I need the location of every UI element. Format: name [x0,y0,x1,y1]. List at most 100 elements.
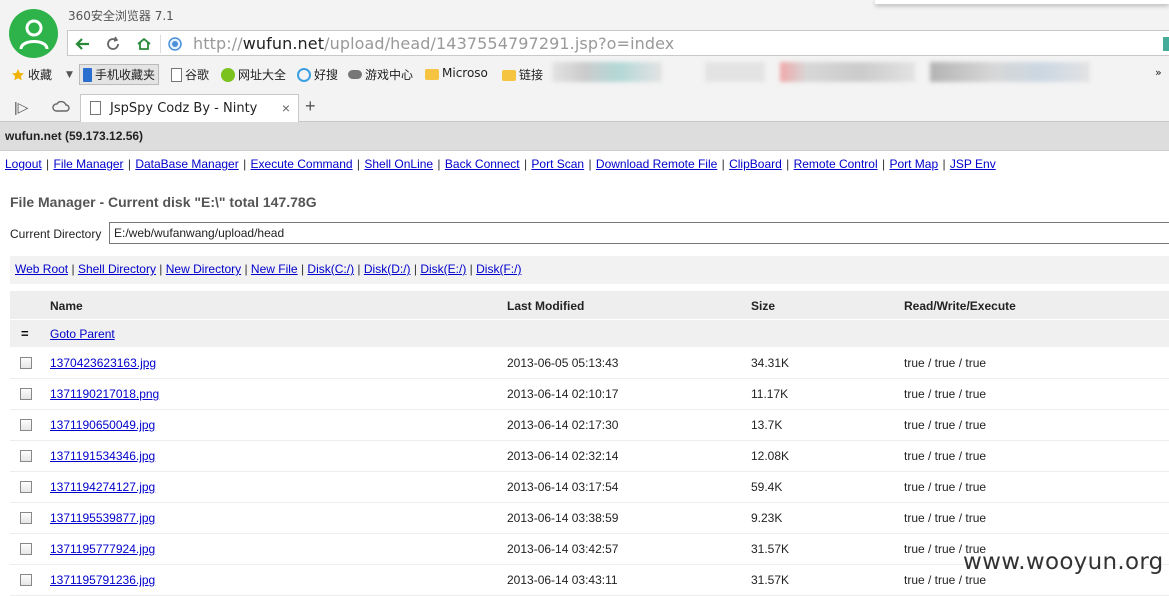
redacted-bookmarks [552,62,662,82]
file-name-link[interactable]: 1371194274127.jpg [50,480,155,494]
back-arrow-icon[interactable] [72,34,94,54]
tab-jspspy[interactable]: JspSpy Codz By - Ninty × [80,94,299,122]
file-checkbox[interactable] [20,481,32,493]
bookmark-games[interactable]: 游戏中心 [348,66,413,83]
bookmark-google[interactable]: 谷歌 [171,66,209,83]
bookmark-microsoft[interactable]: Microso [425,66,488,80]
file-modified: 2013-06-14 02:10:17 [507,387,619,401]
search-icon [297,67,311,82]
file-checkbox[interactable] [20,512,32,524]
url-path: /upload/head/1437554797291.jsp?o=index [324,34,675,53]
more-bookmarks-icon[interactable]: » [1155,66,1162,79]
bookmark-sites[interactable]: 网址大全 [221,66,286,83]
file-checkbox[interactable] [20,543,32,555]
globe-icon [221,67,235,82]
file-name-link[interactable]: 1371195777924.jpg [50,542,155,556]
browser-logo[interactable] [9,9,58,58]
refresh-icon[interactable] [102,34,124,54]
browser-chrome: 360安全浏览器 7.1 http://wufun.net/upload/hea… [0,0,1169,122]
url-domain: wufun.net [242,34,325,53]
menu-port-scan[interactable]: Port Scan [531,157,584,171]
file-checkbox[interactable] [20,388,32,400]
page-title: File Manager - Current disk "E:\" total … [10,194,317,210]
directory-nav: Web Root | Shell Directory | New Directo… [10,256,1169,284]
bookmark-label: Microso [442,66,488,80]
star-icon [11,68,25,82]
file-modified: 2013-06-14 02:17:30 [507,418,619,432]
current-directory-input[interactable] [109,222,1169,244]
nav-disk-e[interactable]: Disk(E:/) [420,262,466,276]
goto-parent-row: = Goto Parent [10,320,1169,348]
tab-bar: |▷ JspSpy Codz By - Ninty × + [0,93,1169,122]
file-name-link[interactable]: 1371195791236.jpg [50,573,155,587]
nav-disk-f[interactable]: Disk(F:/) [476,262,521,276]
file-name-cell: 1371195791236.jpg [50,573,155,587]
jspspy-page: wufun.net (59.173.12.56) Logout | File M… [0,122,1169,596]
nav-disk-c[interactable]: Disk(C:/) [307,262,354,276]
menu-execute-command[interactable]: Execute Command [251,157,353,171]
address-edge-icon [1163,37,1169,51]
file-size: 12.08K [751,449,790,463]
goto-parent-link[interactable]: Goto Parent [50,327,115,341]
nav-new-file[interactable]: New File [251,262,298,276]
folder-icon [502,70,516,81]
file-name-link[interactable]: 1371191534346.jpg [50,449,155,463]
menu-file-manager[interactable]: File Manager [54,157,124,171]
file-name-link[interactable]: 1371190650049.jpg [50,418,155,432]
file-name-link[interactable]: 1371195539877.jpg [50,511,155,525]
bookmark-label: 收藏 [28,68,53,82]
menu-database-manager[interactable]: DataBase Manager [135,157,238,171]
table-row: 1371190650049.jpg 2013-06-14 02:17:30 13.7… [10,410,1169,441]
file-permissions: true / true / true [904,356,987,370]
menu-port-map[interactable]: Port Map [889,157,938,171]
file-size: 11.17K [751,387,789,401]
bookmark-mobile[interactable]: 手机收藏夹 [79,64,160,85]
bookmark-links[interactable]: 链接 [502,66,543,83]
file-permissions: true / true / true [904,418,987,432]
gamepad-icon [348,70,362,79]
redacted-bookmarks [780,62,915,82]
menu-logout[interactable]: Logout [5,157,42,171]
app-title: 360安全浏览器 7.1 [68,9,174,23]
file-checkbox[interactable] [20,450,32,462]
menu-clipboard[interactable]: ClipBoard [729,157,782,171]
nav-new-directory[interactable]: New Directory [166,262,241,276]
file-checkbox[interactable] [20,419,32,431]
file-name-link[interactable]: 1371190217018.png [50,387,159,401]
menu-jsp-env[interactable]: JSP Env [950,157,996,171]
table-row: 1371194274127.jpg 2013-06-14 03:17:54 59.4… [10,472,1169,503]
address-bar[interactable]: http://wufun.net/upload/head/14375547972… [67,30,1169,56]
watermark: www.wooyun.org [963,549,1164,575]
file-size: 34.31K [751,356,790,370]
sidebar-toggle-icon[interactable]: |▷ [14,99,28,116]
bookmark-label: 链接 [519,68,544,82]
new-tab-button[interactable]: + [305,96,316,117]
nav-disk-d[interactable]: Disk(D:/) [364,262,411,276]
table-row: 1370423623163.jpg 2013-06-05 05:13:43 34.3… [10,348,1169,379]
file-modified: 2013-06-14 02:32:14 [507,449,619,463]
menu-back-connect[interactable]: Back Connect [445,157,520,171]
nav-web-root[interactable]: Web Root [15,262,68,276]
file-modified: 2013-06-14 03:43:11 [507,573,618,587]
table-row: 1371191534346.jpg 2013-06-14 02:32:14 12.0… [10,441,1169,472]
close-icon[interactable]: × [282,100,290,116]
file-name-link[interactable]: 1370423623163.jpg [50,356,156,370]
file-checkbox[interactable] [20,357,32,369]
nav-shell-directory[interactable]: Shell Directory [78,262,156,276]
file-name-cell: 1370423623163.jpg [50,356,156,370]
menu-shell-online[interactable]: Shell OnLine [364,157,433,171]
cloud-icon[interactable] [52,99,70,116]
menu-download-remote-file[interactable]: Download Remote File [596,157,717,171]
bookmark-label: 好搜 [314,68,339,82]
site-security-icon[interactable] [164,34,186,54]
file-size: 31.57K [751,542,790,556]
bookmark-favorites[interactable]: 收藏 ▼ [11,66,73,83]
url-text[interactable]: http://wufun.net/upload/head/14375547972… [193,34,674,53]
chevron-down-icon[interactable]: ▼ [66,70,73,80]
home-icon[interactable] [133,34,155,54]
bookmark-haosou[interactable]: 好搜 [297,66,338,83]
file-checkbox[interactable] [20,574,32,586]
menu-remote-control[interactable]: Remote Control [794,157,878,171]
bookmark-label: 游戏中心 [365,68,414,82]
file-permissions: true / true / true [904,449,987,463]
